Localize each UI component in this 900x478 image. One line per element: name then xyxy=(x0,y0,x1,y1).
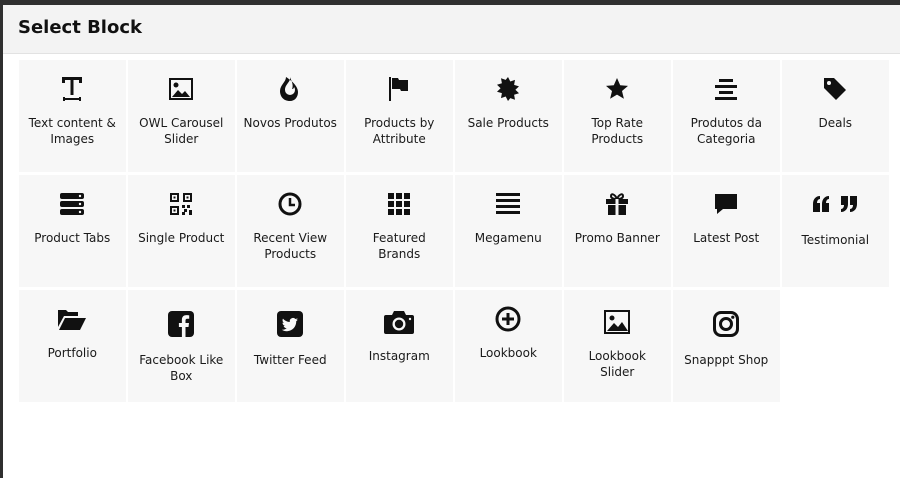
flag-icon xyxy=(388,75,410,103)
block-tile-portfolio[interactable]: Portfolio xyxy=(19,290,126,402)
plus-circle-icon xyxy=(495,305,521,333)
block-label: Portfolio xyxy=(47,346,97,360)
block-label: OWL Carousel Slider xyxy=(139,116,224,146)
block-grid: Text content & Images OWL Carousel Slide… xyxy=(19,60,891,402)
clock-icon xyxy=(278,190,302,218)
block-label: Deals xyxy=(818,116,853,130)
block-tile-lookbook-slider[interactable]: Lookbook Slider xyxy=(564,290,671,402)
menu-lines-icon xyxy=(496,190,521,218)
modal-header: Select Block xyxy=(3,5,900,54)
block-label: Recent View Products xyxy=(253,231,328,261)
block-tile-facebook-like-box[interactable]: Facebook Like Box xyxy=(128,290,235,402)
text-icon xyxy=(61,75,83,103)
block-label: Lookbook xyxy=(479,346,537,360)
block-tile-promo-banner[interactable]: Promo Banner xyxy=(564,175,671,287)
camera-icon xyxy=(384,308,415,336)
quote-icon xyxy=(812,190,858,218)
block-tile-text-content[interactable]: Text content & Images xyxy=(19,60,126,172)
fire-icon xyxy=(279,75,301,103)
block-label: Snapppt Shop xyxy=(684,353,769,367)
twitter-icon xyxy=(277,310,304,338)
block-tile-megamenu[interactable]: Megamenu xyxy=(455,175,562,287)
block-tile-sale-products[interactable]: Sale Products xyxy=(455,60,562,172)
block-label: Product Tabs xyxy=(34,231,111,245)
block-tile-novos-produtos[interactable]: Novos Produtos xyxy=(237,60,344,172)
block-tile-deals[interactable]: Deals xyxy=(782,60,889,172)
comment-icon xyxy=(714,190,738,218)
block-tile-owl-carousel[interactable]: OWL Carousel Slider xyxy=(128,60,235,172)
block-label: Sale Products xyxy=(467,116,549,130)
block-label: Products by Attribute xyxy=(364,116,435,146)
block-tile-top-rate-products[interactable]: Top Rate Products xyxy=(564,60,671,172)
gift-icon xyxy=(605,190,629,218)
instagram-icon xyxy=(713,310,740,338)
block-label: Facebook Like Box xyxy=(139,353,224,383)
block-label: Testimonial xyxy=(801,233,870,247)
block-label: Megamenu xyxy=(474,231,542,245)
block-label: Produtos da Categoria xyxy=(690,116,762,146)
qrcode-icon xyxy=(169,190,193,218)
block-label: Featured Brands xyxy=(372,231,426,261)
block-tile-testimonial[interactable]: Testimonial xyxy=(782,175,889,287)
block-label: Promo Banner xyxy=(574,231,660,245)
block-tile-instagram[interactable]: Instagram xyxy=(346,290,453,402)
grid-icon xyxy=(387,190,411,218)
block-tile-produtos-da-categoria[interactable]: Produtos da Categoria xyxy=(673,60,780,172)
block-tile-lookbook[interactable]: Lookbook xyxy=(455,290,562,402)
block-tile-product-tabs[interactable]: Product Tabs xyxy=(19,175,126,287)
select-block-modal: Select Block Text content & Images OWL C… xyxy=(3,5,900,478)
picture-icon xyxy=(604,308,631,336)
align-center-icon xyxy=(714,75,738,103)
folder-open-icon xyxy=(57,305,87,333)
block-label: Latest Post xyxy=(693,231,760,245)
block-label: Top Rate Products xyxy=(591,116,644,146)
block-tile-single-product[interactable]: Single Product xyxy=(128,175,235,287)
block-tile-products-by-attribute[interactable]: Products by Attribute xyxy=(346,60,453,172)
block-label: Instagram xyxy=(368,349,430,363)
modal-title: Select Block xyxy=(18,17,142,38)
block-label: Novos Produtos xyxy=(243,116,337,130)
starburst-icon xyxy=(496,75,520,103)
block-tile-featured-brands[interactable]: Featured Brands xyxy=(346,175,453,287)
image-icon xyxy=(169,75,194,103)
block-tile-recent-view-products[interactable]: Recent View Products xyxy=(237,175,344,287)
block-label: Text content & Images xyxy=(28,116,116,146)
block-label: Twitter Feed xyxy=(253,353,327,367)
star-icon xyxy=(605,75,629,103)
block-label: Lookbook Slider xyxy=(588,349,646,379)
block-tile-twitter-feed[interactable]: Twitter Feed xyxy=(237,290,344,402)
facebook-icon xyxy=(168,310,195,338)
server-icon xyxy=(60,190,85,218)
tag-icon xyxy=(823,75,847,103)
block-tile-snapppt-shop[interactable]: Snapppt Shop xyxy=(673,290,780,402)
block-label: Single Product xyxy=(138,231,225,245)
block-tile-latest-post[interactable]: Latest Post xyxy=(673,175,780,287)
